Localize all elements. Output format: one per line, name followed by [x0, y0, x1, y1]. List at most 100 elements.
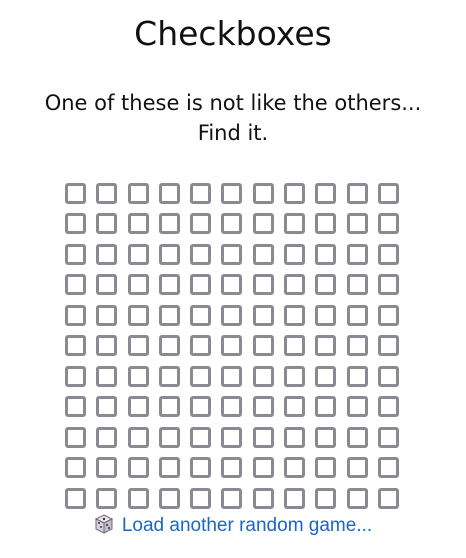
- checkbox[interactable]: [252, 243, 274, 265]
- checkbox[interactable]: [377, 426, 399, 448]
- checkbox[interactable]: [283, 487, 305, 509]
- checkbox[interactable]: [127, 396, 149, 418]
- checkbox[interactable]: [377, 243, 399, 265]
- checkbox[interactable]: [252, 335, 274, 357]
- checkbox[interactable]: [96, 182, 118, 204]
- checkbox[interactable]: [158, 304, 180, 326]
- checkbox[interactable]: [346, 335, 368, 357]
- checkbox[interactable]: [190, 487, 212, 509]
- checkbox[interactable]: [221, 396, 243, 418]
- checkbox[interactable]: [190, 426, 212, 448]
- checkbox[interactable]: [190, 335, 212, 357]
- checkbox[interactable]: [377, 457, 399, 479]
- load-random-game-link[interactable]: Load another random game...: [0, 512, 466, 540]
- checkbox[interactable]: [127, 426, 149, 448]
- checkbox[interactable]: [190, 365, 212, 387]
- checkbox[interactable]: [158, 487, 180, 509]
- checkbox[interactable]: [190, 274, 212, 296]
- checkbox[interactable]: [65, 182, 87, 204]
- checkbox[interactable]: [96, 274, 118, 296]
- checkbox[interactable]: [283, 304, 305, 326]
- checkbox[interactable]: [158, 243, 180, 265]
- checkbox[interactable]: [96, 365, 118, 387]
- checkbox[interactable]: [65, 335, 87, 357]
- checkbox[interactable]: [377, 396, 399, 418]
- checkbox[interactable]: [96, 457, 118, 479]
- checkbox[interactable]: [283, 335, 305, 357]
- checkbox[interactable]: [96, 335, 118, 357]
- checkbox[interactable]: [377, 213, 399, 235]
- checkbox[interactable]: [221, 426, 243, 448]
- checkbox[interactable]: [65, 487, 87, 509]
- checkbox[interactable]: [252, 426, 274, 448]
- checkbox[interactable]: [346, 487, 368, 509]
- checkbox[interactable]: [221, 213, 243, 235]
- checkbox[interactable]: [252, 304, 274, 326]
- checkbox[interactable]: [315, 396, 337, 418]
- checkbox[interactable]: [283, 426, 305, 448]
- checkbox[interactable]: [65, 213, 87, 235]
- checkbox[interactable]: [221, 335, 243, 357]
- checkbox[interactable]: [127, 243, 149, 265]
- checkbox[interactable]: [158, 182, 180, 204]
- checkbox[interactable]: [315, 213, 337, 235]
- checkbox[interactable]: [346, 457, 368, 479]
- checkbox[interactable]: [65, 274, 87, 296]
- checkbox[interactable]: [252, 487, 274, 509]
- checkbox[interactable]: [377, 304, 399, 326]
- checkbox[interactable]: [96, 426, 118, 448]
- checkbox[interactable]: [252, 274, 274, 296]
- checkbox[interactable]: [315, 182, 337, 204]
- checkbox[interactable]: [221, 182, 243, 204]
- checkbox[interactable]: [127, 487, 149, 509]
- checkbox[interactable]: [127, 213, 149, 235]
- checkbox[interactable]: [283, 243, 305, 265]
- checkbox[interactable]: [96, 304, 118, 326]
- checkbox[interactable]: [252, 457, 274, 479]
- checkbox[interactable]: [190, 243, 212, 265]
- checkbox[interactable]: [221, 457, 243, 479]
- checkbox[interactable]: [190, 213, 212, 235]
- checkbox[interactable]: [315, 335, 337, 357]
- checkbox[interactable]: [127, 365, 149, 387]
- checkbox[interactable]: [127, 182, 149, 204]
- checkbox[interactable]: [377, 182, 399, 204]
- checkbox[interactable]: [283, 396, 305, 418]
- checkbox[interactable]: [315, 487, 337, 509]
- checkbox[interactable]: [346, 426, 368, 448]
- checkbox[interactable]: [221, 304, 243, 326]
- checkbox[interactable]: [252, 182, 274, 204]
- checkbox[interactable]: [377, 335, 399, 357]
- checkbox[interactable]: [221, 365, 243, 387]
- checkbox[interactable]: [283, 457, 305, 479]
- checkbox[interactable]: [346, 304, 368, 326]
- checkbox[interactable]: [65, 396, 87, 418]
- checkbox[interactable]: [315, 243, 337, 265]
- checkbox[interactable]: [346, 274, 368, 296]
- checkbox[interactable]: [190, 182, 212, 204]
- checkbox[interactable]: [65, 457, 87, 479]
- checkbox[interactable]: [127, 304, 149, 326]
- checkbox[interactable]: [127, 274, 149, 296]
- checkbox[interactable]: [158, 365, 180, 387]
- checkbox[interactable]: [158, 274, 180, 296]
- checkbox[interactable]: [127, 457, 149, 479]
- checkbox[interactable]: [283, 182, 305, 204]
- checkbox[interactable]: [377, 274, 399, 296]
- checkbox[interactable]: [127, 335, 149, 357]
- checkbox[interactable]: [377, 487, 399, 509]
- checkbox[interactable]: [346, 213, 368, 235]
- checkbox[interactable]: [96, 487, 118, 509]
- checkbox[interactable]: [96, 243, 118, 265]
- checkbox[interactable]: [65, 365, 87, 387]
- checkbox[interactable]: [158, 457, 180, 479]
- checkbox[interactable]: [315, 304, 337, 326]
- checkbox[interactable]: [65, 426, 87, 448]
- checkbox[interactable]: [283, 213, 305, 235]
- checkbox[interactable]: [158, 213, 180, 235]
- checkbox[interactable]: [377, 365, 399, 387]
- checkbox[interactable]: [283, 274, 305, 296]
- checkbox[interactable]: [252, 365, 274, 387]
- checkbox[interactable]: [158, 396, 180, 418]
- checkbox[interactable]: [315, 274, 337, 296]
